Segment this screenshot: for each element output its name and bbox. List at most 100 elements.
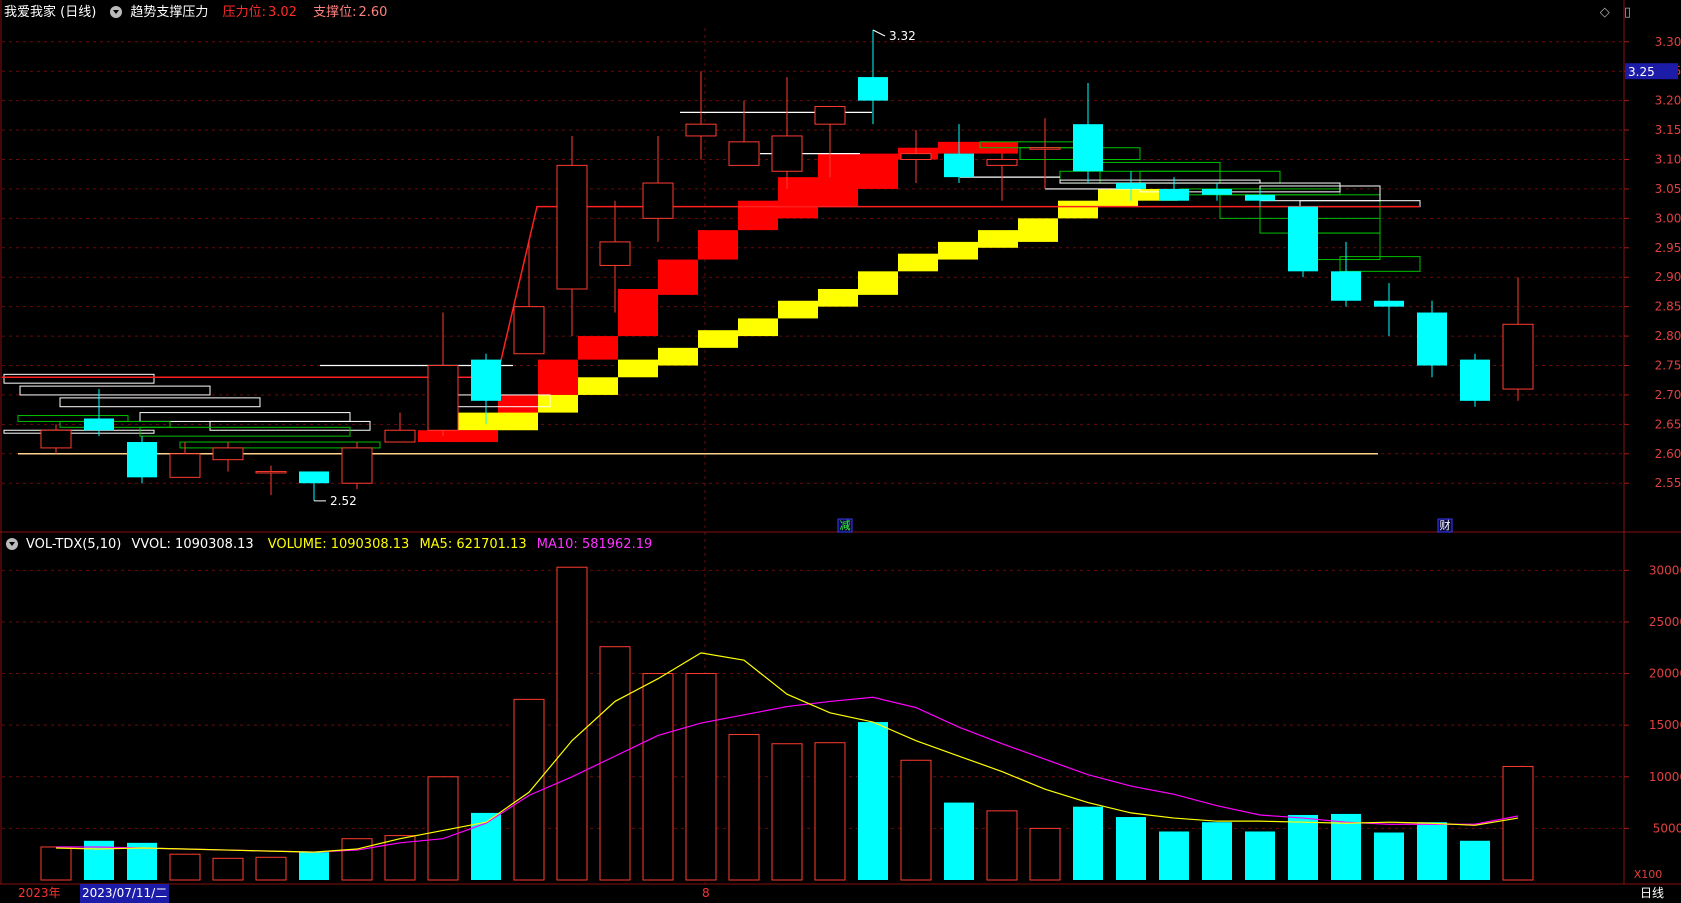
red-band-step (578, 336, 618, 360)
price-panel-header: 我爱我家 (日线) 趋势支撑压力 压力位: 3.02 支撑位: 2.60 (4, 3, 395, 23)
yellow-band-step (698, 330, 738, 348)
yellow-band-step (778, 300, 818, 319)
price-tick-label: 2.70 (1655, 388, 1681, 402)
yellow-band-step (1098, 188, 1138, 207)
candle-body (1159, 188, 1189, 201)
level-outline-box (139, 412, 351, 422)
red-band-step (738, 200, 778, 231)
volume-bar (944, 802, 974, 880)
volume-tick-label: 15000 (1649, 718, 1681, 732)
candle-body (599, 241, 631, 266)
year-label: 2023年 (18, 886, 61, 900)
support-label: 支撑位: (313, 5, 357, 20)
candle-body (1374, 300, 1404, 307)
volume-bar (858, 722, 888, 880)
level-outline-box (1139, 170, 1281, 184)
price-tick-label: 2.90 (1655, 270, 1681, 284)
period-label[interactable]: 日线 (1640, 884, 1664, 903)
volume-dropdown-icon[interactable] (6, 537, 18, 550)
price-tick-label: 3.10 (1655, 152, 1681, 166)
volume-bar (1245, 831, 1275, 880)
yellow-band-step (978, 230, 1018, 248)
chart-canvas: 2.55 2.60 2.65 2.70 2.75 2.80 2.85 2.90 2.95 3.00… (0, 0, 1681, 885)
volume-bar (513, 698, 545, 881)
candle-body (299, 471, 329, 484)
candle-body (1460, 359, 1490, 401)
pressure-label: 压力位: (222, 5, 266, 20)
volume-bar (169, 853, 201, 881)
volume-bar (1202, 822, 1232, 880)
yellow-band-step (538, 394, 578, 413)
price-tick-label: 2.75 (1655, 359, 1681, 373)
cursor-date-label: 2023/07/11/二 (80, 884, 170, 903)
yellow-band-step (898, 253, 938, 272)
candle-body (858, 77, 888, 101)
candle-body (771, 135, 803, 172)
candle-body (1116, 183, 1146, 189)
current-price-label: 3.25 (1628, 65, 1655, 79)
volume-tick-label: 10000 (1649, 770, 1681, 784)
candle-body (1288, 206, 1318, 272)
candle-body (1331, 271, 1361, 301)
price-tick-label: 2.80 (1655, 329, 1681, 343)
candle-body (427, 365, 459, 431)
yellow-band-step (618, 359, 658, 378)
candle-body (556, 164, 588, 290)
level-outline-box (179, 441, 381, 449)
candle-body (40, 429, 72, 449)
red-band-step (818, 153, 858, 207)
candle-body (1245, 194, 1275, 201)
diamond-icon[interactable]: ◇ (1600, 5, 1610, 20)
volume-bar (1417, 822, 1447, 880)
candle-body (255, 470, 287, 474)
chart-window: 2.55 2.60 2.65 2.70 2.75 2.80 2.85 2.90 2.95 3.00… (0, 0, 1681, 903)
volume-tick-label: 25000 (1649, 615, 1681, 629)
price-tick-label: 3.30 (1655, 35, 1681, 49)
vol-indicator-name[interactable]: VOL-TDX(5,10) (26, 537, 121, 552)
high-annotation-label: 3.32 (889, 29, 916, 43)
candle-body (900, 153, 932, 160)
yellow-band-step (1018, 218, 1058, 242)
indicator-dropdown-icon[interactable] (110, 5, 123, 18)
candle-body (1202, 188, 1232, 195)
volume-bar (1288, 814, 1318, 880)
yellow-band-step (498, 412, 538, 431)
price-tick-label: 2.60 (1655, 447, 1681, 461)
volume-bar (255, 856, 287, 881)
red-band-step (778, 177, 818, 219)
price-tick-label: 2.55 (1655, 476, 1681, 490)
level-outline-box (139, 426, 351, 437)
expand-icon[interactable]: ▯ (1624, 5, 1631, 20)
candle-body (212, 447, 244, 461)
candle-body (513, 306, 545, 355)
volume-bar (1073, 806, 1103, 880)
candle-body (1417, 312, 1447, 366)
volume-bar (1159, 831, 1189, 880)
event-marker-label: 减 (840, 519, 851, 532)
yellow-band-step (1058, 200, 1098, 219)
level-outline-box (1259, 185, 1381, 202)
volume-bar (771, 743, 803, 881)
level-outline-box (59, 397, 261, 408)
volume-bar (556, 566, 588, 881)
level-outline-box (19, 385, 211, 396)
volume-tick-label: 5000 (1653, 821, 1681, 835)
price-tick-label: 3.15 (1655, 123, 1681, 137)
volume-bar (1502, 765, 1534, 881)
indicator-name[interactable]: 趋势支撑压力 (130, 5, 208, 20)
volume-bar (341, 838, 373, 881)
yellow-band-step (938, 241, 978, 260)
volume-bar (642, 673, 674, 881)
red-band-start (418, 430, 498, 443)
candle-body (986, 158, 1018, 166)
candle-body (944, 153, 974, 178)
red-band-step (658, 259, 698, 295)
candle-body (728, 141, 760, 166)
volume-bar (1331, 813, 1361, 880)
yellow-band-step (818, 288, 858, 307)
volume-bar (1460, 840, 1490, 880)
yellow-band-step (858, 271, 898, 295)
volume-bar (728, 733, 760, 881)
volume-bar (685, 673, 717, 881)
yellow-band-step (578, 377, 618, 395)
